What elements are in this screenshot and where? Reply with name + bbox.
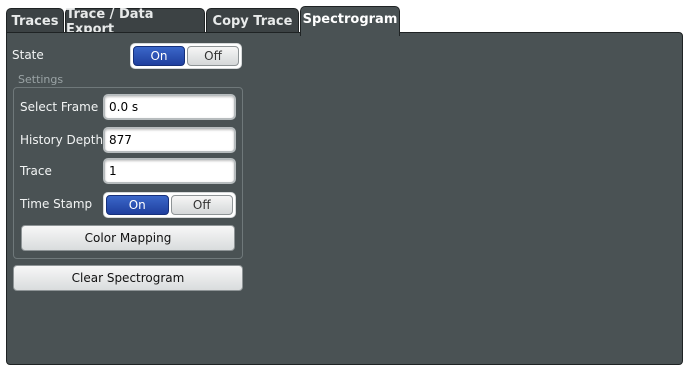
tab-label: Traces	[11, 14, 59, 29]
state-on-option[interactable]: On	[133, 46, 185, 66]
state-toggle[interactable]: On Off	[130, 43, 242, 69]
tab-spectrogram[interactable]: Spectrogram	[300, 6, 400, 36]
color-mapping-button[interactable]: Color Mapping	[21, 225, 235, 251]
select-frame-input[interactable]: 0.0 s	[103, 94, 236, 120]
time-stamp-label: Time Stamp	[20, 197, 93, 211]
tab-trace-data-export[interactable]: Trace / Data Export	[65, 7, 205, 37]
state-label: State	[12, 48, 44, 62]
select-frame-label: Select Frame	[20, 100, 99, 114]
settings-caption: Settings	[18, 73, 64, 86]
tab-copy-trace[interactable]: Copy Trace	[206, 8, 299, 34]
tab-label: Spectrogram	[302, 12, 398, 27]
trace-input[interactable]: 1	[103, 158, 236, 184]
history-depth-label: History Depth	[20, 133, 104, 147]
clear-spectrogram-button[interactable]: Clear Spectrogram	[13, 265, 243, 291]
time-stamp-off-option[interactable]: Off	[170, 195, 233, 215]
time-stamp-on-option[interactable]: On	[106, 195, 169, 215]
tab-label: Copy Trace	[212, 14, 293, 29]
trace-label: Trace	[20, 164, 52, 178]
state-off-option[interactable]: Off	[187, 46, 239, 66]
history-depth-input[interactable]: 877	[103, 127, 236, 153]
tab-traces[interactable]: Traces	[6, 8, 64, 34]
time-stamp-toggle[interactable]: On Off	[103, 192, 236, 218]
